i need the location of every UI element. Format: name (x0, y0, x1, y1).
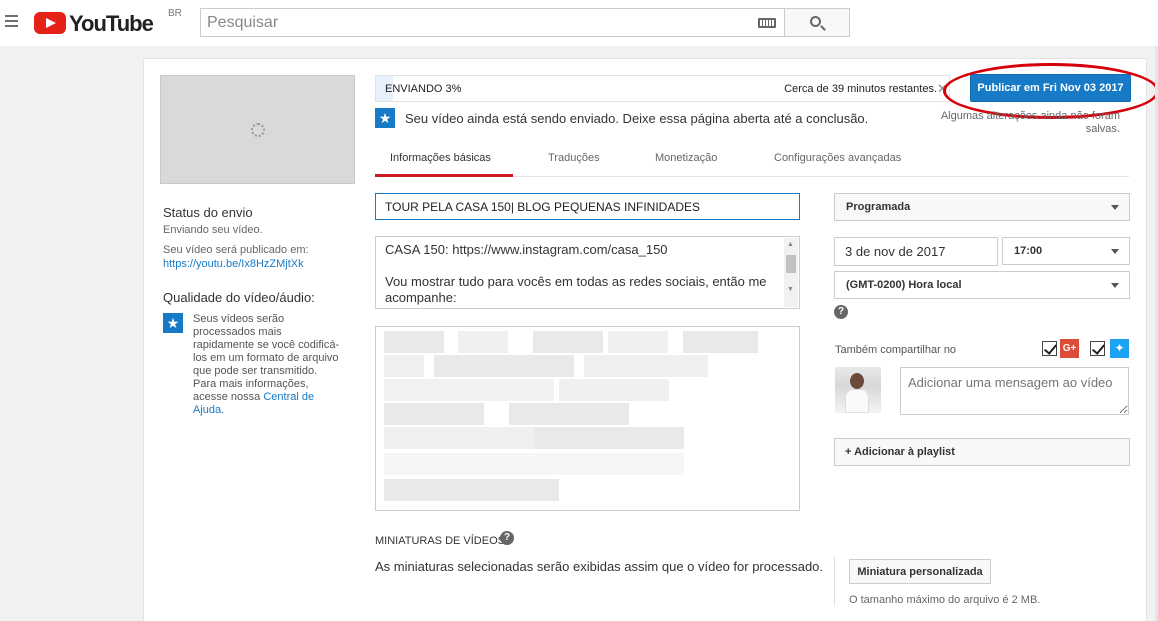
search-icon (810, 16, 821, 27)
avatar (835, 367, 881, 413)
loading-spinner-icon (251, 123, 265, 137)
blurred-tag (509, 403, 629, 425)
status-title: Status do envio (163, 205, 253, 220)
search-input[interactable] (201, 9, 741, 36)
active-tab-indicator (375, 174, 513, 177)
blurred-tag (384, 453, 684, 475)
blurred-tag (384, 427, 534, 449)
tab-bar: Informações básicas Traduções Monetizaçã… (375, 144, 1129, 177)
add-to-playlist-button[interactable]: + Adicionar à playlist (834, 438, 1130, 466)
progress-label: ENVIANDO 3% (385, 83, 462, 95)
quality-title: Qualidade do vídeo/áudio: (163, 290, 315, 305)
blurred-tag (384, 355, 424, 377)
time-select[interactable]: 17:00 (1002, 237, 1130, 265)
share-label: Também compartilhar no (835, 344, 957, 356)
keyboard-icon[interactable] (758, 18, 776, 28)
scroll-down-icon[interactable]: ▼ (787, 286, 794, 293)
description-scrollbar[interactable]: ▲ ▼ (784, 238, 798, 307)
visibility-value: Programada (846, 201, 911, 213)
help-icon[interactable]: ? (500, 531, 514, 545)
title-input[interactable] (375, 193, 800, 220)
blurred-tag (534, 427, 684, 449)
max-size-note: O tamanho máximo do arquivo é 2 MB. (849, 594, 1041, 606)
scroll-up-icon[interactable]: ▲ (787, 241, 794, 248)
divider (834, 556, 835, 606)
timezone-select[interactable]: (GMT-0200) Hora local (834, 271, 1130, 299)
tab-monetization[interactable]: Monetização (655, 152, 717, 164)
blurred-tag (458, 331, 508, 353)
tab-translations[interactable]: Traduções (548, 152, 600, 164)
help-icon[interactable]: ? (834, 305, 848, 319)
chevron-down-icon (1111, 249, 1119, 254)
blurred-tag (384, 379, 554, 401)
search-button[interactable] (784, 8, 850, 37)
description-textarea[interactable]: CASA 150: https://www.instagram.com/casa… (375, 236, 800, 309)
share-message-input[interactable] (900, 367, 1129, 415)
blurred-tag (608, 331, 668, 353)
thumbnails-title: MINIATURAS DE VÍDEOS (375, 535, 505, 547)
star-icon: ★ (163, 313, 183, 333)
time-remaining: Cerca de 39 minutos restantes. (784, 83, 937, 95)
search-box (200, 8, 785, 37)
publish-url-label: Seu vídeo será publicado em: (163, 244, 309, 256)
unsaved-note: Algumas alterações ainda não foram salva… (940, 110, 1120, 135)
blurred-tag (434, 355, 574, 377)
tab-basic-info[interactable]: Informações básicas (390, 152, 491, 164)
region-code: BR (168, 8, 182, 19)
quality-info: ★ Seus vídeos serão processados mais rap… (163, 313, 343, 417)
time-value: 17:00 (1014, 245, 1043, 257)
twitter-checkbox[interactable] (1090, 341, 1105, 356)
custom-thumbnail-button[interactable]: Miniatura personalizada (849, 559, 991, 584)
blurred-tag (384, 331, 444, 353)
blurred-tag (559, 379, 669, 401)
top-bar: YouTube BR (0, 0, 1158, 46)
video-preview (160, 75, 355, 184)
timezone-value: (GMT-0200) Hora local (846, 279, 962, 291)
blurred-tag (683, 331, 758, 353)
upload-status-panel: Status do envio Enviando seu vídeo. Seu … (163, 205, 343, 417)
quality-text: Seus vídeos serão processados mais rapid… (193, 313, 340, 416)
tab-advanced-settings[interactable]: Configurações avançadas (774, 152, 901, 164)
google-plus-icon: G+ (1060, 339, 1079, 358)
star-icon: ★ (375, 108, 395, 128)
date-input[interactable]: 3 de nov de 2017 (834, 237, 998, 266)
upload-card: Status do envio Enviando seu vídeo. Seu … (143, 58, 1158, 621)
status-text: Enviando seu vídeo. (163, 224, 263, 236)
chevron-down-icon (1111, 205, 1119, 210)
menu-icon[interactable] (5, 15, 18, 27)
visibility-select[interactable]: Programada (834, 193, 1130, 221)
description-text: CASA 150: https://www.instagram.com/casa… (385, 242, 767, 305)
tags-box[interactable] (375, 326, 800, 511)
upload-notice: Seu vídeo ainda está sendo enviado. Deix… (405, 111, 869, 126)
blurred-tag (533, 331, 603, 353)
blurred-tag (384, 403, 484, 425)
publish-url-link[interactable]: https://youtu.be/Ix8HzZMjtXk (163, 258, 304, 270)
chevron-down-icon (1111, 283, 1119, 288)
gplus-checkbox[interactable] (1042, 341, 1057, 356)
scroll-thumb[interactable] (786, 255, 796, 273)
play-icon (34, 12, 66, 34)
thumbnails-note: As miniaturas selecionadas serão exibida… (375, 559, 824, 574)
blurred-tag (584, 355, 708, 377)
blurred-tag (384, 479, 559, 501)
logo-wordmark: YouTube (69, 11, 154, 36)
twitter-icon: ✦ (1110, 339, 1129, 358)
upload-progress-bar: ENVIANDO 3% Cerca de 39 minutos restante… (375, 75, 950, 102)
